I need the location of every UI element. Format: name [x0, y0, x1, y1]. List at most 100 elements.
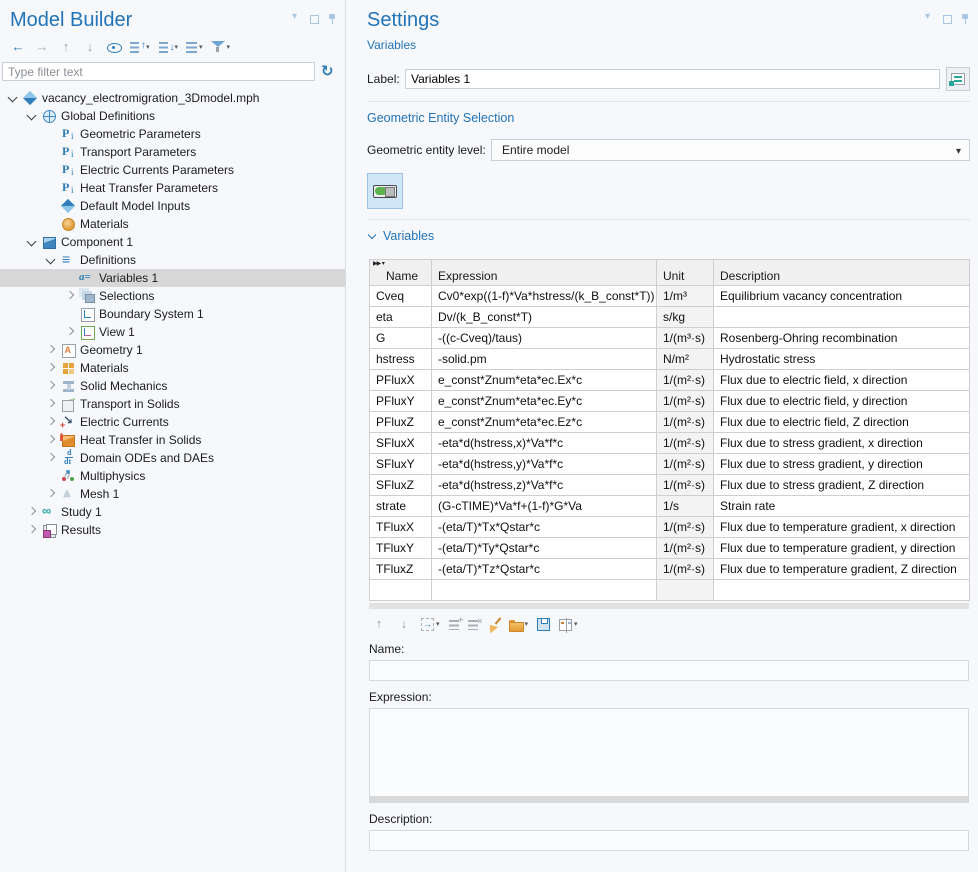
description-cell[interactable]: Hydrostatic stress	[714, 349, 970, 370]
tree-item-multiphysics[interactable]: Multiphysics	[0, 467, 345, 485]
tree-item-variables-1[interactable]: Variables 1	[0, 269, 345, 287]
description-cell[interactable]: Strain rate	[714, 496, 970, 517]
description-input[interactable]	[369, 830, 969, 851]
description-cell[interactable]	[714, 580, 970, 601]
expand-all-button[interactable]: ▾	[127, 40, 152, 54]
tree-item-mesh-1[interactable]: Mesh 1	[0, 485, 345, 503]
pin-panel-icon[interactable]	[327, 14, 337, 24]
back-arrow-button[interactable]	[8, 39, 28, 55]
tree-item-transport-parameters[interactable]: Transport Parameters	[0, 143, 345, 161]
name-cell[interactable]: TFluxX	[370, 517, 432, 538]
expression-cell[interactable]: -eta*d(hstress,z)*Va*f*c	[432, 475, 657, 496]
forward-arrow-button[interactable]	[32, 39, 52, 55]
description-cell[interactable]: Flux due to temperature gradient, x dire…	[714, 517, 970, 538]
tree-item-definitions[interactable]: Definitions	[0, 251, 345, 269]
unit-cell[interactable]: 1/(m²·s)	[657, 517, 714, 538]
tree-item-view-1[interactable]: View 1	[0, 323, 345, 341]
tree-item-materials[interactable]: Materials	[0, 215, 345, 233]
expression-cell[interactable]: e_const*Znum*eta*ec.Ez*c	[432, 412, 657, 433]
show-columns-icon[interactable]: ▶▶	[373, 260, 385, 267]
node-text-button[interactable]: ▾	[184, 40, 205, 54]
tree-item-global-definitions[interactable]: Global Definitions	[0, 107, 345, 125]
unit-cell[interactable]: N/m²	[657, 349, 714, 370]
tree-expander-icon[interactable]	[44, 451, 58, 465]
tree-item-selections[interactable]: Selections	[0, 287, 345, 305]
description-cell[interactable]: Flux due to stress gradient, y direction	[714, 454, 970, 475]
tree-item-electric-currents-parameters[interactable]: Electric Currents Parameters	[0, 161, 345, 179]
expression-cell[interactable]: e_const*Znum*eta*ec.Ex*c	[432, 370, 657, 391]
save-disk-button[interactable]	[535, 617, 552, 632]
unit-cell[interactable]: 1/(m²·s)	[657, 475, 714, 496]
move-to-button[interactable]: ▾	[419, 617, 442, 632]
unit-cell[interactable]: 1/(m²·s)	[657, 391, 714, 412]
move-down-arrow-button[interactable]	[394, 616, 414, 632]
tree-item-geometric-parameters[interactable]: Geometric Parameters	[0, 125, 345, 143]
expression-cell[interactable]: e_const*Znum*eta*ec.Ey*c	[432, 391, 657, 412]
dropdown-caret-icon[interactable]: ▾	[227, 43, 231, 51]
tree-item-boundary-system-1[interactable]: Boundary System 1	[0, 305, 345, 323]
unit-cell[interactable]: 1/s	[657, 496, 714, 517]
name-cell[interactable]: TFluxY	[370, 538, 432, 559]
description-cell[interactable]: Flux due to temperature gradient, Z dire…	[714, 559, 970, 580]
name-cell[interactable]: PFluxY	[370, 391, 432, 412]
name-cell[interactable]: PFluxZ	[370, 412, 432, 433]
panel-menu-caret-icon[interactable]	[292, 14, 302, 24]
name-cell[interactable]: SFluxX	[370, 433, 432, 454]
column-header-expression[interactable]: Expression	[432, 260, 657, 286]
tree-expander-icon[interactable]	[44, 433, 58, 447]
name-cell[interactable]: G	[370, 328, 432, 349]
unit-cell[interactable]: 1/(m²·s)	[657, 454, 714, 475]
description-cell[interactable]: Equilibrium vacancy concentration	[714, 286, 970, 307]
open-folder-button[interactable]: ▾	[507, 617, 531, 631]
description-cell[interactable]: Flux due to stress gradient, x direction	[714, 433, 970, 454]
collapse-all-button[interactable]: ▾	[156, 40, 181, 54]
unit-cell[interactable]: 1/(m²·s)	[657, 559, 714, 580]
tree-item-transport-in-solids[interactable]: Transport in Solids	[0, 395, 345, 413]
label-input[interactable]	[405, 69, 940, 89]
expression-cell[interactable]: -(eta/T)*Ty*Qstar*c	[432, 538, 657, 559]
clear-broom-button[interactable]	[485, 616, 502, 632]
description-cell[interactable]: Flux due to temperature gradient, y dire…	[714, 538, 970, 559]
pin-panel-icon[interactable]	[960, 14, 970, 24]
unit-cell[interactable]: 1/(m³·s)	[657, 328, 714, 349]
tree-expander-icon[interactable]	[44, 487, 58, 501]
column-header-unit[interactable]: Unit	[657, 260, 714, 286]
unit-cell[interactable]: 1/m³	[657, 286, 714, 307]
float-panel-icon[interactable]	[943, 15, 952, 24]
tree-expander-icon[interactable]	[44, 397, 58, 411]
description-cell[interactable]: Flux due to stress gradient, Z direction	[714, 475, 970, 496]
unit-cell[interactable]: 1/(m²·s)	[657, 370, 714, 391]
name-cell[interactable]: TFluxZ	[370, 559, 432, 580]
tree-item-domain-odes-and-daes[interactable]: Domain ODEs and DAEs	[0, 449, 345, 467]
filter-funnel-button[interactable]: ▾	[209, 39, 233, 54]
name-cell[interactable]: Cveq	[370, 286, 432, 307]
tree-item-results[interactable]: Results	[0, 521, 345, 539]
tree-expander-icon[interactable]	[44, 253, 58, 267]
tree-item-study-1[interactable]: Study 1	[0, 503, 345, 521]
dropdown-caret-icon[interactable]: ▾	[199, 43, 203, 51]
expression-cell[interactable]: -(eta/T)*Tz*Qstar*c	[432, 559, 657, 580]
name-cell[interactable]	[370, 580, 432, 601]
expression-cell[interactable]: -eta*d(hstress,x)*Va*f*c	[432, 433, 657, 454]
description-cell[interactable]: Flux due to electric field, y direction	[714, 391, 970, 412]
tree-expander-icon[interactable]	[63, 325, 77, 339]
tree-expander-icon[interactable]	[25, 109, 39, 123]
table-columns-button[interactable]: ▾	[557, 617, 580, 632]
description-cell[interactable]	[714, 307, 970, 328]
geometric-entity-level-dropdown[interactable]: Entire model	[491, 139, 970, 161]
table-horizontal-scrollbar[interactable]	[369, 603, 969, 609]
move-up-arrow-button[interactable]	[56, 39, 76, 55]
tree-item-electric-currents[interactable]: Electric Currents	[0, 413, 345, 431]
expression-cell[interactable]: Cv0*exp((1-f)*Va*hstress/(k_B_const*T))	[432, 286, 657, 307]
dropdown-caret-icon[interactable]: ▾	[525, 620, 529, 628]
dropdown-caret-icon[interactable]: ▾	[146, 43, 150, 51]
variables-section-header[interactable]: Variables	[367, 229, 970, 243]
tree-expander-icon[interactable]	[44, 343, 58, 357]
column-header-description[interactable]: Description	[714, 260, 970, 286]
dropdown-caret-icon[interactable]: ▾	[175, 43, 179, 51]
active-selection-toggle-button[interactable]	[367, 173, 403, 209]
expression-cell[interactable]: Dv/(k_B_const*T)	[432, 307, 657, 328]
dropdown-caret-icon[interactable]: ▾	[574, 620, 578, 628]
unit-cell[interactable]: 1/(m²·s)	[657, 433, 714, 454]
show-eye-button[interactable]	[104, 39, 123, 55]
